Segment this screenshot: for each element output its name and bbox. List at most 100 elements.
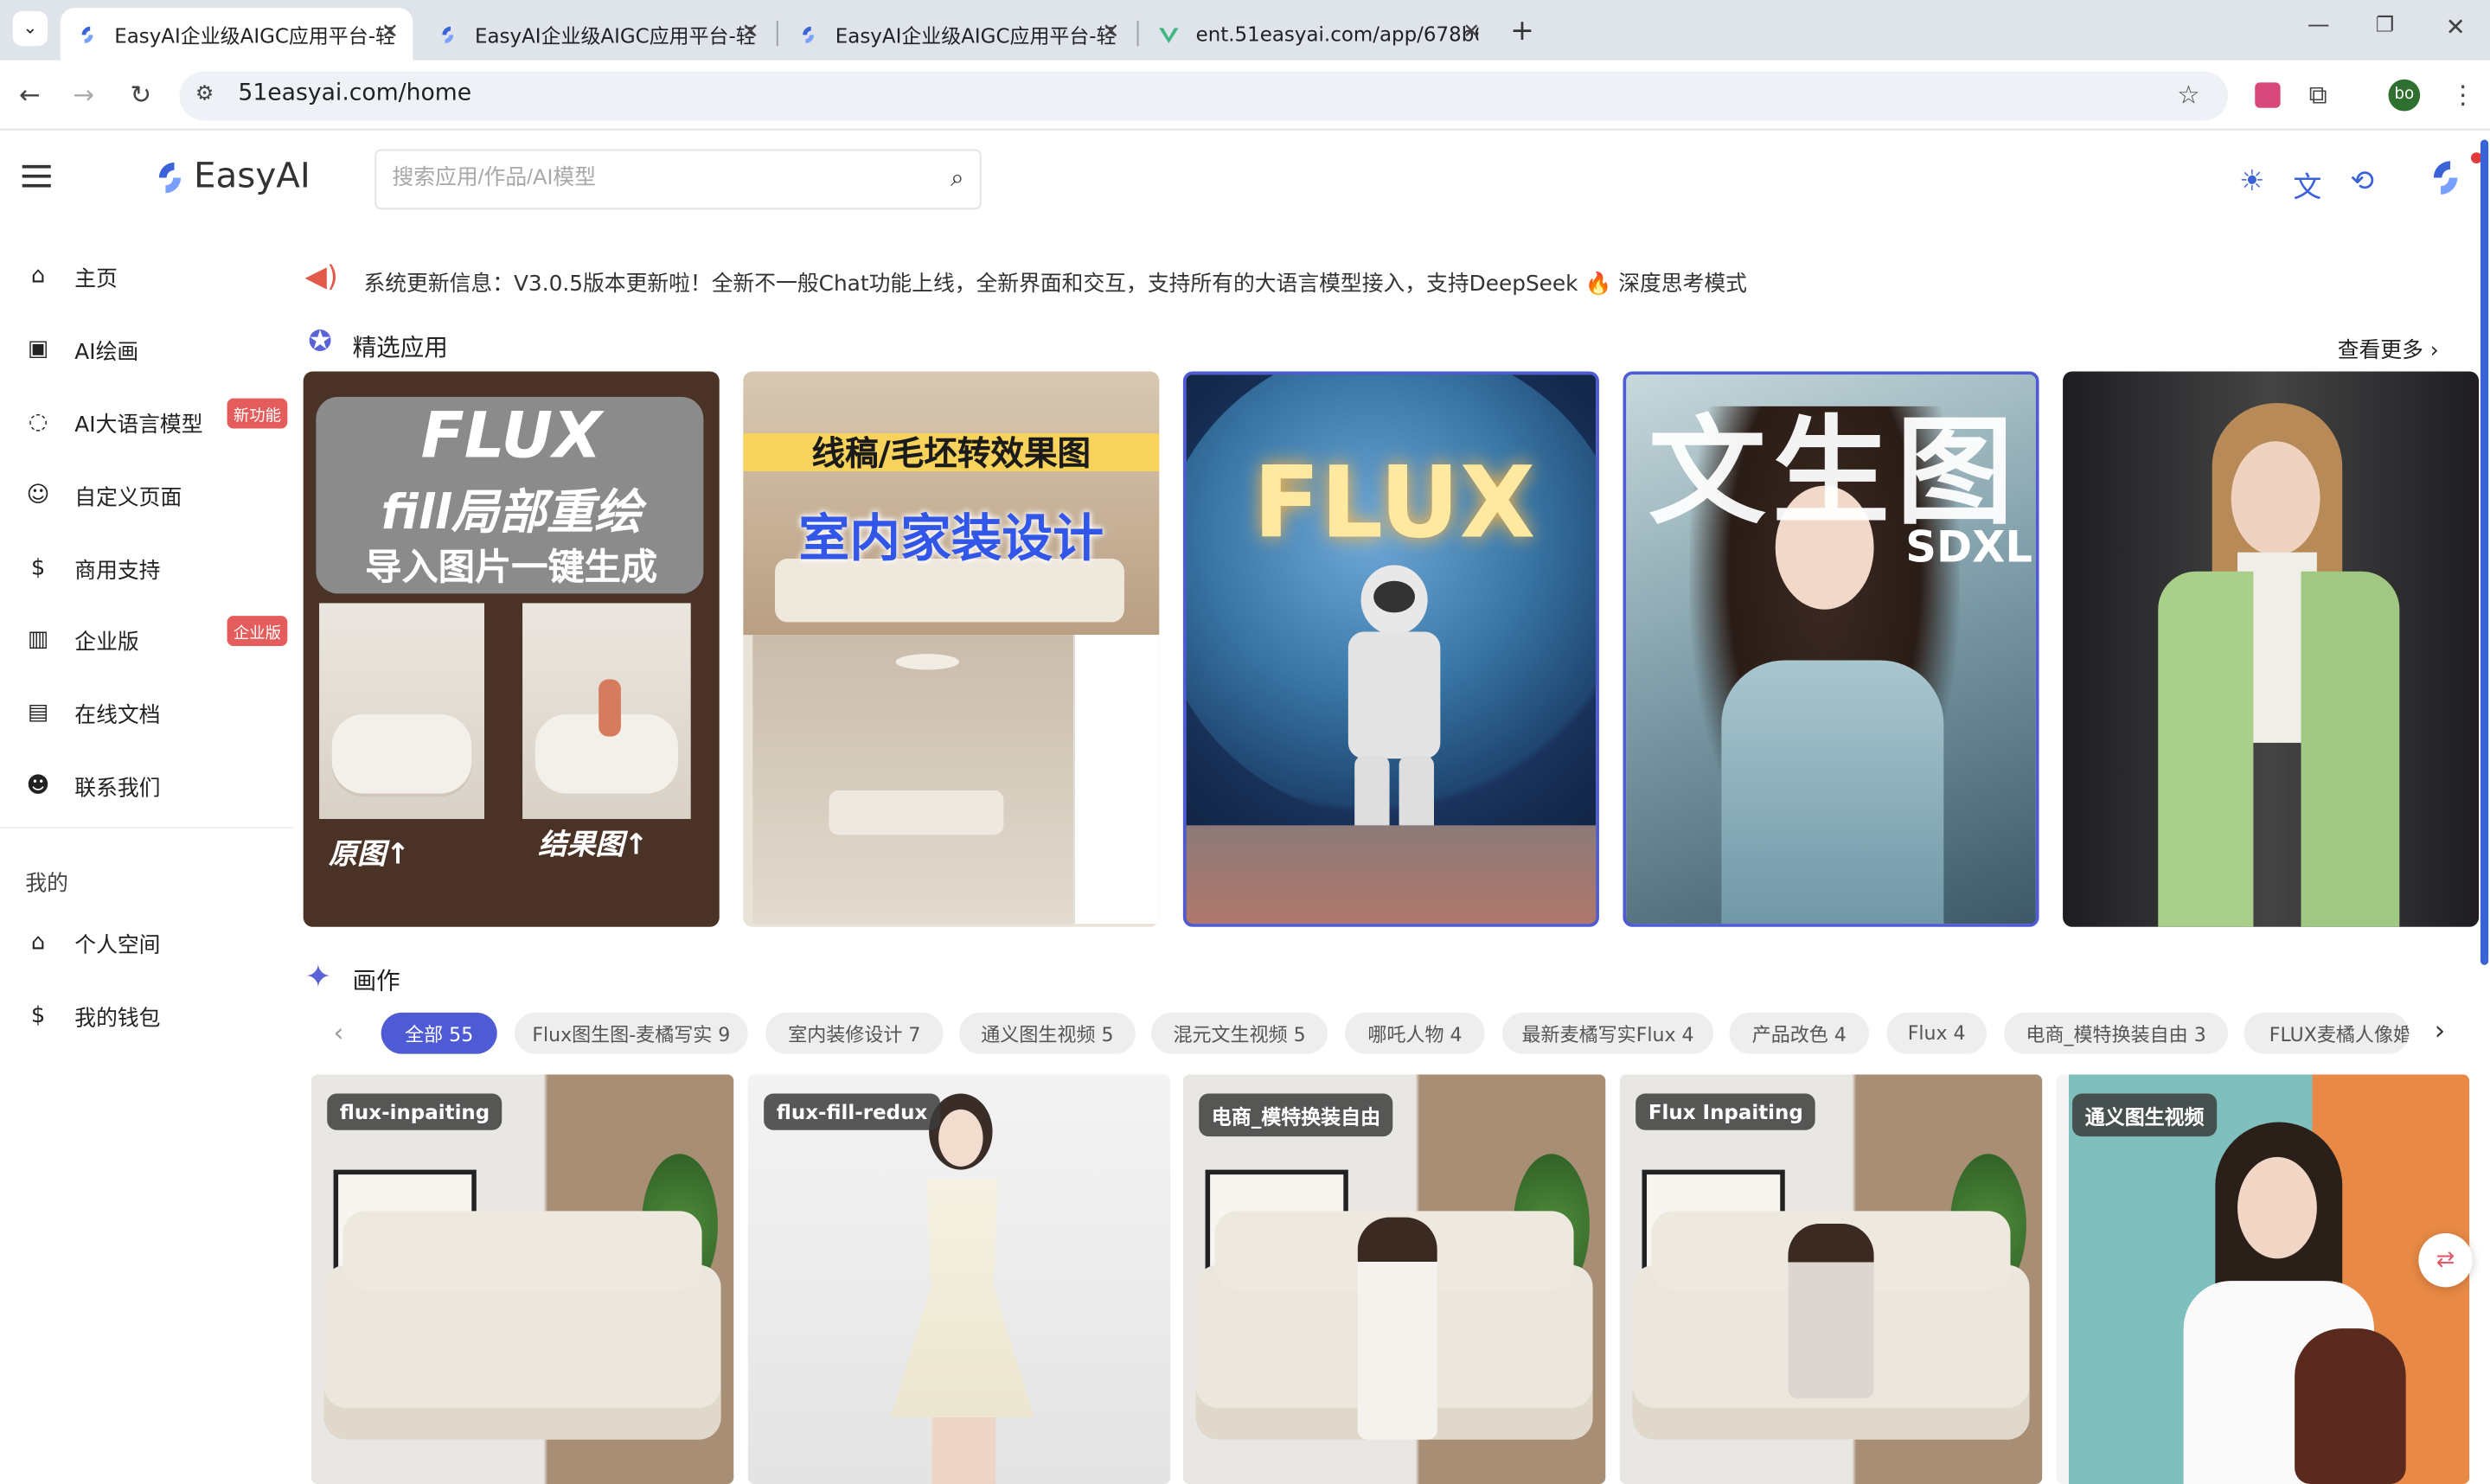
new-feature-badge: 新功能 [227,398,288,429]
featured-card-interior-design[interactable]: 线稿/毛坯转效果图 室内家装设计 [743,371,1160,927]
restore-icon[interactable]: ❐ [2376,15,2394,39]
vue-favicon-icon [1159,27,1179,43]
sidebar-item-personal-space[interactable]: ⌂ 个人空间 [0,911,294,974]
minimize-icon[interactable]: — [2308,13,2330,38]
filter-chip[interactable]: FLUX麦橘人像婚 [2244,1012,2410,1054]
browser-tab-3[interactable]: EasyAI企业级AIGC应用平台-轻 ✕ [781,8,1134,61]
sidebar-item-llm[interactable]: ◌ AI大语言模型 新功能 [0,390,294,453]
filter-chip[interactable]: Flux 4 [1886,1012,1987,1054]
sidebar-item-custom-page[interactable]: ☺ 自定义页面 [0,464,294,527]
filter-chip[interactable]: 电商_模特换装自由 3 [2004,1012,2229,1054]
sidebar-item-label: 联系我们 [74,776,161,802]
bookmark-star-icon[interactable]: ☆ [2177,80,2199,110]
sidebar-item-docs[interactable]: ▤ 在线文档 [0,681,294,744]
back-arrow-icon[interactable]: ← [19,80,41,110]
filter-chip-all[interactable]: 全部 55 [381,1012,497,1054]
easyai-favicon-icon [442,25,454,43]
seated-model [1357,1217,1437,1440]
filter-chip[interactable]: 混元文生视频 5 [1151,1012,1328,1054]
caption-original: 原图↑ [329,838,410,872]
sidebar-item-enterprise[interactable]: ▥ 企业版 企业版 [0,608,294,671]
sidebar-item-home[interactable]: ⌂ 主页 [0,245,294,308]
browser-tab-2[interactable]: EasyAI企业级AIGC应用平台-轻 ✕ [421,8,774,61]
tab-title: EasyAI企业级AIGC应用平台-轻 [474,23,756,48]
work-card-label: Flux Inpaiting [1635,1093,1816,1130]
work-card[interactable]: 电商_模特换装自由 [1182,1074,1606,1484]
translate-icon: ⇄ [2436,1247,2455,1273]
hamburger-menu-icon[interactable] [22,164,51,188]
page-scrollbar[interactable] [2480,139,2489,965]
app-logo[interactable]: EasyAI [152,157,310,197]
filter-chip[interactable]: 哪吒人物 4 [1345,1012,1485,1054]
sidebar-divider [0,827,294,829]
forward-arrow-icon[interactable]: → [73,80,94,110]
system-notice[interactable]: 系统更新信息：V3.0.5版本更新啦！全新不一般Chat功能上线，全新界面和交互… [363,265,1746,297]
sidebar-item-ai-drawing[interactable]: ▣ AI绘画 [0,317,294,381]
close-tab-icon[interactable]: ✕ [381,21,399,45]
enterprise-badge: 企业版 [227,616,288,646]
close-tab-icon[interactable]: ✕ [742,21,759,45]
model-suit-right [2301,571,2400,927]
chips-prev-icon[interactable]: ‹ [334,1017,344,1047]
user-avatar-logo-icon[interactable] [2427,159,2465,197]
featured-card-flux[interactable]: FLUX [1182,371,1599,927]
site-info-icon[interactable]: ⚙ [195,82,214,106]
featured-card-sdxl[interactable]: 文生图 SDXL [1623,371,2039,927]
floating-translate-button[interactable]: ⇄ [2418,1233,2473,1288]
featured-section-title: 精选应用 [352,333,448,362]
filter-chip[interactable]: 室内装修设计 7 [765,1012,944,1054]
history-icon[interactable]: ⟲ [2350,165,2374,199]
view-more-link[interactable]: 查看更多 › [2338,332,2439,364]
close-tab-icon[interactable]: ✕ [1463,21,1480,45]
featured-card-flux-fill[interactable]: FLUX fill局部重绘 导入图片一键生成 原图↑ 结果图↑ [303,371,720,927]
card-title-flux: FLUX [1252,444,1536,560]
sidebar-item-label: 在线文档 [74,703,161,729]
translate-extension-icon[interactable] [2255,82,2281,108]
browser-tab-4[interactable]: ent.51easyai.com/app/678b6 ✕ [1142,8,1495,61]
card-title-line: 线稿/毛坯转效果图 [743,428,1160,477]
search-icon[interactable]: ⌕ [951,163,963,192]
featured-card-fashion[interactable] [2063,371,2480,927]
card-subtitle: 室内家装设计 [798,508,1104,569]
chevron-right-icon: › [2429,337,2439,364]
sidebar-item-commercial[interactable]: $ 商用支持 [0,536,294,599]
browser-tab-1[interactable]: EasyAI企业级AIGC应用平台-轻 ✕ [60,8,413,61]
filter-chip[interactable]: 产品改色 4 [1729,1012,1870,1054]
url-text[interactable]: 51easyai.com/home [238,81,471,106]
omnibox[interactable] [179,71,2229,121]
model-face [2231,441,2320,556]
language-translate-icon[interactable]: 文 [2293,165,2321,207]
result-photo [522,603,691,820]
work-card[interactable]: Flux Inpaiting [1619,1074,2043,1484]
sidebar-item-wallet[interactable]: $ 我的钱包 [0,984,294,1047]
sofa [323,1211,721,1440]
work-card[interactable]: 通义图生视频 [2056,1074,2470,1484]
filter-chip[interactable]: 通义图生视频 5 [958,1012,1136,1054]
chips-next-icon[interactable]: › [2435,1016,2446,1048]
card-subtitle: fill局部重绘 [381,485,642,541]
speaker-icon: ◀) [304,259,338,294]
card-subtitle-2: 导入图片一键生成 [365,547,658,589]
profile-avatar[interactable]: bo [2388,79,2421,112]
work-card-label: 电商_模特换装自由 [1199,1093,1393,1137]
filter-chip[interactable]: Flux图生图-麦橘写实 9 [514,1012,748,1054]
search-input[interactable] [392,164,917,189]
filter-chip[interactable]: 最新麦橘写实Flux 4 [1501,1012,1714,1054]
tab-divider [1136,20,1139,47]
browser-menu-icon[interactable]: ⋮ [2450,80,2475,110]
work-card[interactable]: flux-fill-redux [747,1074,1171,1484]
extensions-puzzle-icon[interactable]: ⧉ [2309,80,2327,112]
chat-icon: ◌ [28,409,48,435]
close-window-icon[interactable]: ✕ [2446,13,2466,42]
close-tab-icon[interactable]: ✕ [1102,21,1119,45]
work-card[interactable]: flux-inpaiting [310,1074,734,1484]
new-tab-button[interactable]: + [1510,15,1534,48]
card-title: 文生图 [1648,404,2020,541]
theme-toggle-sun-icon[interactable]: ☀ [2239,165,2265,199]
model-suit-left [2158,571,2254,927]
tab-search-button[interactable]: ⌄ [12,10,48,47]
smile-icon: ☺ [26,482,50,509]
reload-icon[interactable]: ↻ [131,80,152,110]
sidebar-item-contact[interactable]: ☻ 联系我们 [0,754,294,817]
fire-icon: 🔥 [1584,271,1612,297]
